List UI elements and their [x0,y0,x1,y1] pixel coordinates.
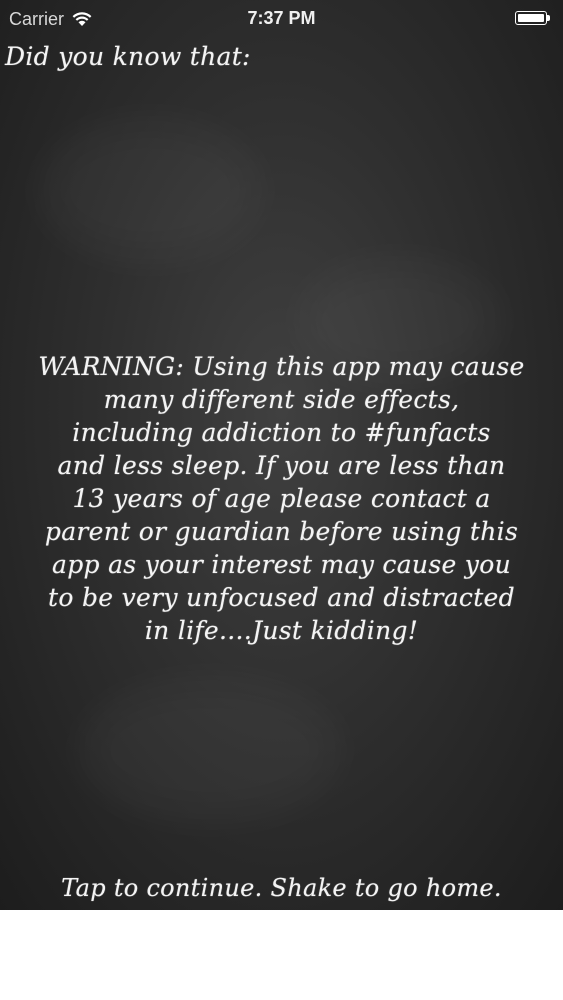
below-screen-area [0,910,563,1000]
continue-hint[interactable]: Tap to continue. Shake to go home. [0,874,563,902]
fun-fact-text: WARNING: Using this app may cause many d… [38,352,525,645]
battery-full-icon [515,11,551,27]
status-time: 7:37 PM [247,8,316,28]
chalkboard-screen[interactable]: Carrier 7:37 PM Did you know that: WARNI… [0,0,563,910]
page-title: Did you know that: [5,42,251,71]
chalk-smudge [80,680,340,820]
chalk-smudge [40,120,260,260]
status-bar: Carrier 7:37 PM [0,0,563,38]
